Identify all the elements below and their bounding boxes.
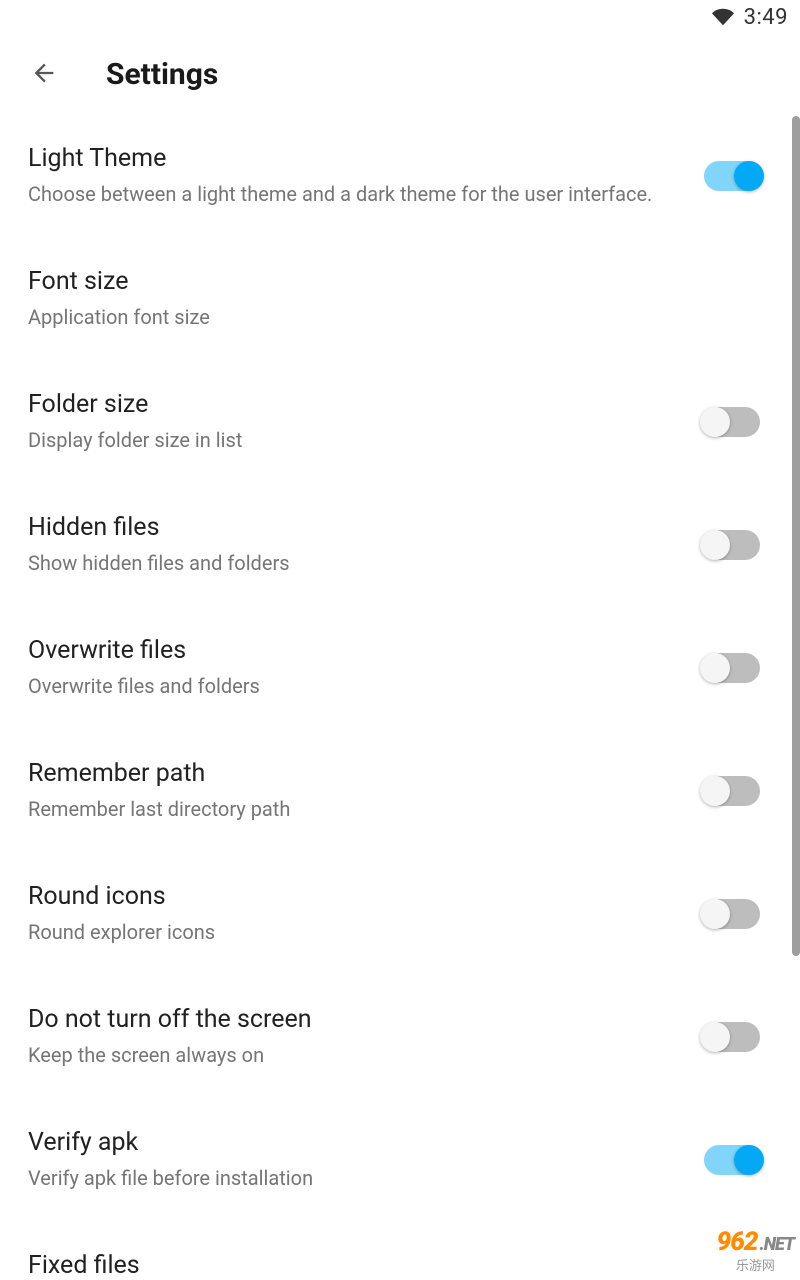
settings-row-text: Font size Application font size (28, 267, 760, 330)
settings-row[interactable]: Font size Application font size (0, 237, 800, 360)
settings-row-text: Light Theme Choose between a light theme … (28, 144, 704, 207)
toggle-knob (734, 1145, 764, 1175)
settings-row-subtitle: Round explorer icons (28, 919, 704, 945)
settings-scroll[interactable]: Light Theme Choose between a light theme … (0, 114, 800, 1280)
settings-row-text: Do not turn off the screen Keep the scree… (28, 1005, 704, 1068)
settings-row-subtitle: Keep the screen always on (28, 1042, 704, 1068)
toggle-switch[interactable] (704, 899, 760, 929)
settings-row-subtitle: Verify apk file before installation (28, 1165, 704, 1191)
arrow-left-icon (30, 59, 58, 90)
settings-row[interactable]: Do not turn off the screen Keep the scree… (0, 975, 800, 1098)
toggle-knob (700, 776, 730, 806)
settings-row[interactable]: Light Theme Choose between a light theme … (0, 114, 800, 237)
settings-list: Light Theme Choose between a light theme … (0, 114, 800, 1280)
settings-row-subtitle: Choose between a light theme and a dark … (28, 181, 704, 207)
wifi-icon (712, 6, 734, 28)
settings-row[interactable]: Hidden files Show hidden files and folder… (0, 483, 800, 606)
toggle-knob (700, 530, 730, 560)
settings-row-text: Hidden files Show hidden files and folder… (28, 513, 704, 576)
settings-row-title: Fixed files (28, 1251, 760, 1280)
settings-row-title: Overwrite files (28, 636, 704, 665)
settings-row-text: Round icons Round explorer icons (28, 882, 704, 945)
toggle-knob (734, 161, 764, 191)
toggle-switch[interactable] (704, 776, 760, 806)
settings-row-text: Overwrite files Overwrite files and folde… (28, 636, 704, 699)
toggle-switch[interactable] (704, 653, 760, 683)
settings-row-title: Font size (28, 267, 760, 296)
status-time: 3:49 (744, 5, 788, 30)
toggle-switch[interactable] (704, 1145, 760, 1175)
toggle-switch[interactable] (704, 161, 760, 191)
settings-row-title: Do not turn off the screen (28, 1005, 704, 1034)
settings-row[interactable]: Remember path Remember last directory pat… (0, 729, 800, 852)
status-bar: 3:49 (0, 0, 800, 34)
settings-row-title: Folder size (28, 390, 704, 419)
settings-row[interactable]: Fixed files (0, 1221, 800, 1280)
back-button[interactable] (20, 50, 68, 98)
toggle-switch[interactable] (704, 407, 760, 437)
settings-row-title: Light Theme (28, 144, 704, 173)
settings-row-text: Folder size Display folder size in list (28, 390, 704, 453)
settings-row-title: Verify apk (28, 1128, 704, 1157)
settings-row[interactable]: Overwrite files Overwrite files and folde… (0, 606, 800, 729)
settings-row-subtitle: Display folder size in list (28, 427, 704, 453)
settings-row[interactable]: Round icons Round explorer icons (0, 852, 800, 975)
settings-row[interactable]: Verify apk Verify apk file before install… (0, 1098, 800, 1221)
toggle-switch[interactable] (704, 1022, 760, 1052)
settings-row-title: Round icons (28, 882, 704, 911)
settings-row-subtitle: Show hidden files and folders (28, 550, 704, 576)
settings-row-text: Fixed files (28, 1251, 760, 1280)
settings-row-subtitle: Overwrite files and folders (28, 673, 704, 699)
settings-row-title: Hidden files (28, 513, 704, 542)
settings-row-subtitle: Application font size (28, 304, 760, 330)
toggle-knob (700, 1022, 730, 1052)
toggle-knob (700, 407, 730, 437)
settings-row-title: Remember path (28, 759, 704, 788)
scrollbar-thumb[interactable] (792, 116, 800, 956)
settings-row-text: Verify apk Verify apk file before install… (28, 1128, 704, 1191)
toggle-knob (700, 653, 730, 683)
toggle-knob (700, 899, 730, 929)
settings-row-subtitle: Remember last directory path (28, 796, 704, 822)
toggle-switch[interactable] (704, 530, 760, 560)
page-title: Settings (106, 57, 218, 92)
settings-row[interactable]: Folder size Display folder size in list (0, 360, 800, 483)
settings-row-text: Remember path Remember last directory pat… (28, 759, 704, 822)
app-bar: Settings (0, 34, 800, 114)
